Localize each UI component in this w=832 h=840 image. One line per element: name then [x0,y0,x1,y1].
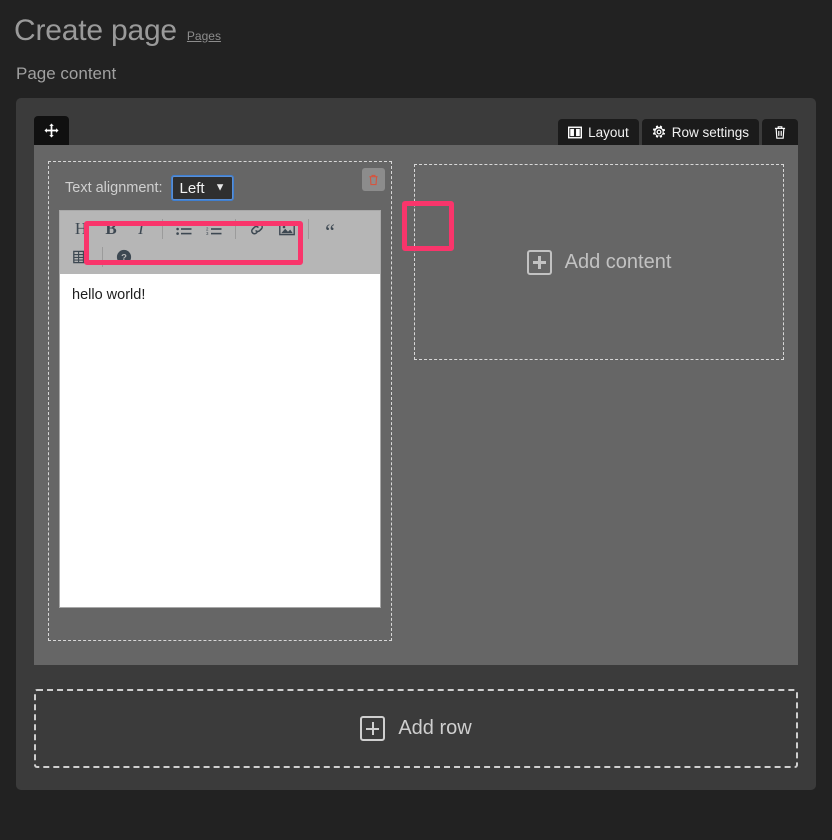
empty-column[interactable]: Add content [414,164,784,360]
text-alignment-select[interactable]: Left [172,176,233,200]
delete-column-button[interactable] [362,168,385,191]
table-icon[interactable] [66,244,96,270]
svg-text:3: 3 [206,231,209,236]
text-alignment-label: Text alignment: [65,180,163,196]
text-column: Text alignment: Left ▼ H B I [48,161,392,641]
row-drag-handle[interactable] [34,116,69,145]
plus-square-icon [527,250,552,275]
plus-square-icon [360,716,385,741]
link-icon[interactable] [242,216,272,242]
page-content-builder-panel: Layout Row settings [16,98,816,790]
row-settings-button-label: Row settings [672,125,749,140]
bold-icon[interactable]: B [96,216,126,242]
toolbar-divider [162,219,163,239]
add-content-label: Add content [565,251,672,274]
delete-row-button[interactable] [762,119,798,145]
layout-button-label: Layout [588,125,629,140]
numbered-list-icon[interactable]: 1 2 3 [199,216,229,242]
builder-row: Layout Row settings [34,116,798,665]
toolbar-divider [102,247,103,267]
heading-icon[interactable]: H [66,216,96,242]
editor-toolbar: H B I 1 [60,211,380,274]
trash-icon [773,125,787,140]
section-label-page-content: Page content [0,50,832,84]
row-settings-button[interactable]: Row settings [642,119,759,145]
text-alignment-control: Text alignment: Left ▼ [59,172,381,210]
toolbar-divider [235,219,236,239]
add-content-button[interactable]: Add content [425,250,773,275]
move-arrows-icon [44,123,59,138]
trash-icon [368,174,379,186]
layout-button[interactable]: Layout [558,119,639,145]
gear-icon [652,125,666,139]
editor-content-area[interactable]: hello world! [60,274,380,607]
add-row-label: Add row [398,717,471,740]
page-header: Create page Pages [0,0,832,50]
bullet-list-icon[interactable] [169,216,199,242]
row-toolbar: Layout Row settings [34,116,798,145]
rich-text-editor: H B I 1 [59,210,381,608]
add-row-placeholder: Add row [36,691,796,766]
row-body: Text alignment: Left ▼ H B I [34,145,798,665]
toolbar-divider [308,219,309,239]
row-toolbar-actions: Layout Row settings [558,119,798,145]
help-icon[interactable]: ? [109,244,139,270]
columns-icon [568,126,582,139]
text-alignment-select-wrap: Left ▼ [172,176,233,200]
image-icon[interactable] [272,216,302,242]
page-title: Create page [14,12,177,50]
blockquote-icon[interactable]: “ [315,216,345,242]
breadcrumb-pages-link[interactable]: Pages [187,29,221,43]
italic-icon[interactable]: I [126,216,156,242]
add-row-button[interactable]: Add row [34,689,798,768]
svg-text:?: ? [121,253,127,264]
